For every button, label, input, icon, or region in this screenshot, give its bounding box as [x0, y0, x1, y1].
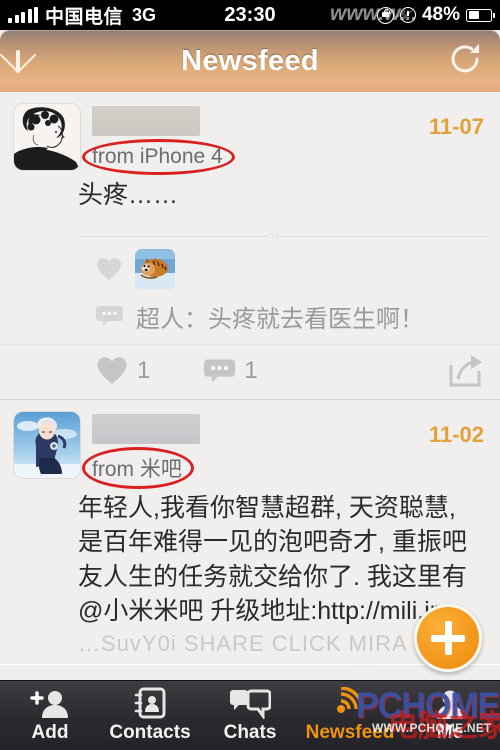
chat-bubbles-icon — [229, 687, 271, 719]
divider-notch-caret — [267, 228, 282, 238]
newsfeed-list[interactable]: from iPhone 4 11-07 头疼…… 超人：头疼就去看医生啊！ 1 … — [0, 92, 500, 680]
post-action-bar: 1 1 — [0, 343, 500, 399]
compose-button[interactable] — [414, 604, 482, 672]
nav-bar: Newsfeed — [0, 30, 500, 92]
comment-bubble-icon — [204, 359, 236, 382]
username-redacted — [92, 106, 200, 136]
post-source-label: from 米吧 — [92, 457, 182, 481]
post-item[interactable]: from iPhone 4 11-07 头疼…… 超人：头疼就去看医生啊！ 1 … — [0, 92, 500, 399]
comment-button[interactable]: 1 — [204, 356, 258, 385]
battery-icon — [466, 8, 495, 22]
heart-icon — [97, 257, 121, 280]
newsfeed-tab-pointer — [352, 667, 378, 680]
refresh-icon — [451, 43, 479, 72]
like-count: 1 — [137, 356, 151, 384]
likers-row — [0, 241, 500, 291]
envelope-icon — [16, 50, 20, 71]
post-text: 头疼…… — [78, 181, 179, 209]
avatar[interactable] — [14, 104, 80, 170]
post-header: from 米吧 11-02 — [0, 400, 500, 489]
sketch-woman-avatar — [14, 104, 80, 170]
contacts-card-icon — [134, 687, 166, 719]
battery-percent-label: 48% — [421, 4, 460, 25]
post-text-line: 友人生的任务就交给你了. 我这里有 — [78, 562, 467, 591]
post-date: 11-02 — [428, 421, 484, 447]
watermark-url: WWW.PCHOME.NET — [372, 721, 492, 735]
tab-add[interactable]: Add — [0, 687, 100, 744]
post-source: from iPhone 4 — [82, 139, 235, 175]
status-right: 48% — [376, 4, 495, 26]
post-header: from iPhone 4 11-07 — [0, 92, 500, 175]
like-button[interactable]: 1 — [96, 356, 150, 385]
post-source-label: from iPhone 4 — [92, 145, 223, 168]
tab-chats[interactable]: Chats — [200, 687, 300, 744]
username-redacted — [92, 413, 200, 444]
comment-bubble-icon — [96, 306, 123, 326]
carrier-label: 中国电信 — [45, 6, 124, 28]
post-meta: from 米吧 — [82, 412, 486, 489]
tab-contacts[interactable]: Contacts — [100, 687, 200, 744]
add-person-icon — [30, 687, 70, 719]
avatar[interactable] — [14, 411, 80, 478]
post-text-line: 年轻人,我看你智慧超群, 天资聪慧, — [78, 493, 456, 522]
network-type-label: 3G — [132, 4, 157, 25]
anime-boy-avatar — [14, 411, 80, 478]
post-source: from 米吧 — [82, 446, 194, 489]
post-meta: from iPhone 4 — [82, 104, 486, 175]
comment-count: 1 — [244, 356, 258, 384]
signal-bars-icon — [8, 6, 38, 23]
heart-icon — [97, 357, 127, 384]
tab-label: Add — [31, 722, 69, 743]
phone-screen: 中国电信 3G 23:30 48% www.w... Newsfeed from… — [0, 0, 500, 750]
status-left: 中国电信 3G — [8, 2, 156, 29]
comment-preview-row[interactable]: 超人：头疼就去看医生啊！ — [0, 291, 500, 344]
tiger-avatar — [135, 248, 175, 289]
comment-text: 超人：头疼就去看医生啊！ — [136, 305, 424, 333]
comments-divider — [78, 227, 490, 241]
tab-label: Chats — [223, 722, 277, 743]
refresh-button[interactable] — [446, 40, 484, 83]
post-text-line: 是百年难得一见的泡吧奇才, 重振吧 — [78, 528, 467, 556]
post-date: 11-07 — [428, 114, 484, 139]
rotation-lock-icon — [376, 6, 394, 24]
liker-avatar[interactable] — [135, 248, 175, 289]
status-bar: 中国电信 3G 23:30 48% www.w... — [0, 0, 500, 30]
messages-button[interactable] — [16, 50, 20, 71]
share-icon[interactable] — [448, 354, 482, 387]
tab-bar: Add Contacts Chats Newsfeed Me PCHOME 电脑… — [0, 680, 500, 750]
alarm-clock-icon — [399, 7, 416, 23]
tab-label: Contacts — [109, 722, 191, 743]
page-title: Newsfeed — [181, 44, 319, 77]
